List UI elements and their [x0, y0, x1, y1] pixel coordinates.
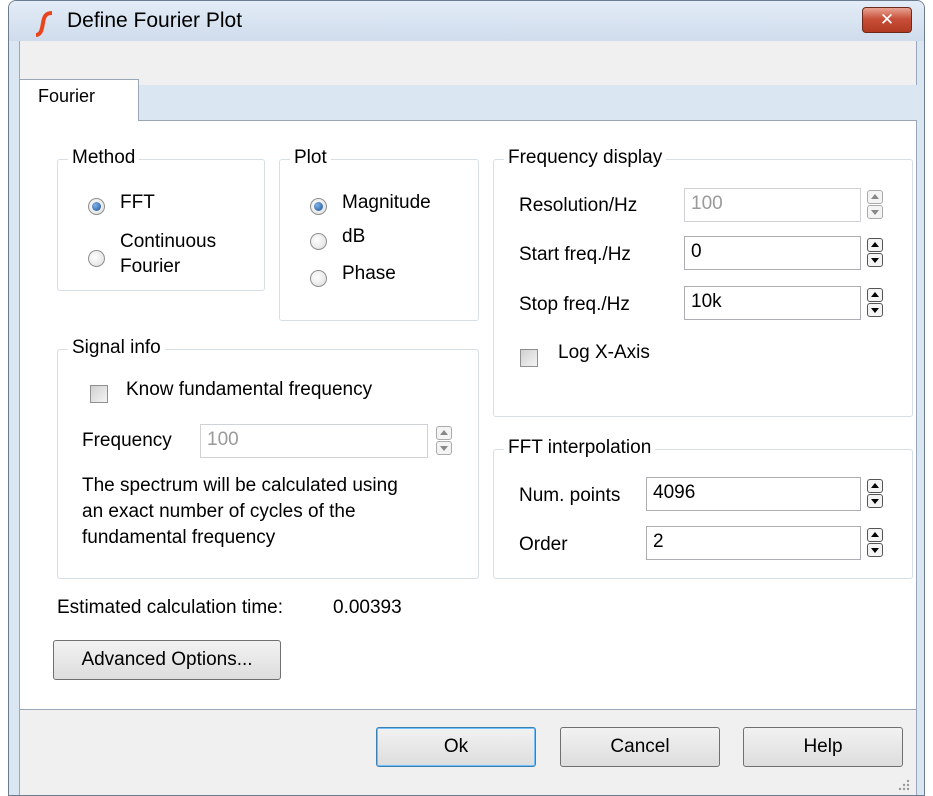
continuous-fourier-radio[interactable] — [88, 250, 105, 267]
ok-button[interactable]: Ok — [376, 727, 536, 767]
fft-interpolation-legend: FFT interpolation — [504, 437, 656, 459]
method-group: Method FFT Continuous Fourier — [57, 147, 265, 291]
log-x-axis-checkbox[interactable] — [520, 349, 538, 367]
fundamental-frequency-up-icon[interactable] — [436, 426, 452, 440]
close-button[interactable]: ✕ — [862, 7, 912, 33]
estimated-time-value: 0.00393 — [333, 597, 402, 618]
resolution-spinner[interactable] — [867, 190, 883, 220]
method-legend: Method — [68, 147, 140, 169]
magnitude-label[interactable]: Magnitude — [342, 192, 431, 214]
frequency-display-group: Frequency display Resolution/Hz 100 Star… — [493, 147, 913, 417]
phase-label[interactable]: Phase — [342, 263, 396, 285]
order-down-icon[interactable] — [867, 543, 883, 557]
fft-label[interactable]: FFT — [120, 192, 155, 214]
resolution-up-icon[interactable] — [867, 190, 883, 204]
fourier-tab-panel: Method FFT Continuous Fourier Plot Magni… — [19, 120, 917, 710]
db-label[interactable]: dB — [342, 226, 365, 248]
frequency-display-legend: Frequency display — [504, 147, 667, 169]
order-input[interactable]: 2 — [646, 526, 861, 560]
title-bar[interactable]: Define Fourier Plot ✕ — [9, 1, 924, 41]
know-fundamental-checkbox[interactable] — [90, 385, 108, 403]
frequency-label: Frequency — [82, 430, 172, 451]
start-freq-input[interactable]: 0 — [684, 236, 861, 270]
stop-freq-input[interactable]: 10k — [684, 286, 861, 320]
stop-freq-up-icon[interactable] — [867, 288, 883, 302]
magnitude-radio[interactable] — [310, 198, 327, 215]
order-label: Order — [519, 534, 568, 555]
order-up-icon[interactable] — [867, 528, 883, 542]
num-points-up-icon[interactable] — [867, 479, 883, 493]
num-points-label: Num. points — [519, 485, 621, 506]
phase-radio[interactable] — [310, 270, 327, 287]
resolution-down-icon[interactable] — [867, 205, 883, 219]
start-freq-spinner[interactable] — [867, 238, 883, 268]
know-fundamental-label[interactable]: Know fundamental frequency — [126, 379, 372, 401]
fundamental-frequency-spinner[interactable] — [436, 426, 452, 456]
help-button[interactable]: Help — [743, 727, 903, 767]
fft-interpolation-group: FFT interpolation Num. points 4096 Order… — [493, 437, 913, 579]
resolution-label: Resolution/Hz — [519, 195, 638, 216]
plot-group: Plot Magnitude dB Phase — [279, 147, 479, 321]
continuous-label-line1[interactable]: Continuous — [120, 231, 216, 253]
plot-legend: Plot — [290, 147, 331, 169]
tab-fourier[interactable]: Fourier — [19, 79, 139, 121]
cancel-button[interactable]: Cancel — [560, 727, 720, 767]
fft-radio[interactable] — [88, 198, 105, 215]
simetrix-app-icon — [35, 11, 53, 37]
signal-info-legend: Signal info — [68, 337, 165, 359]
stop-freq-spinner[interactable] — [867, 288, 883, 318]
db-radio[interactable] — [310, 233, 327, 250]
spectrum-note-line2: an exact number of cycles of the — [82, 501, 356, 522]
dialog-footer: Ok Cancel Help — [19, 710, 917, 795]
estimated-time-label: Estimated calculation time: — [57, 597, 283, 618]
continuous-label-line2[interactable]: Fourier — [120, 256, 180, 278]
start-freq-down-icon[interactable] — [867, 253, 883, 267]
tab-strip — [19, 41, 917, 85]
start-freq-label: Start freq./Hz — [519, 244, 631, 265]
start-freq-up-icon[interactable] — [867, 238, 883, 252]
advanced-options-button[interactable]: Advanced Options... — [53, 640, 281, 680]
num-points-spinner[interactable] — [867, 479, 883, 509]
num-points-input[interactable]: 4096 — [646, 477, 861, 511]
resolution-input[interactable]: 100 — [684, 188, 861, 222]
num-points-down-icon[interactable] — [867, 494, 883, 508]
fundamental-frequency-input[interactable]: 100 — [200, 424, 428, 458]
window-title: Define Fourier Plot — [67, 9, 243, 32]
signal-info-group: Signal info Know fundamental frequency F… — [57, 337, 479, 579]
spectrum-note-line3: fundamental frequency — [82, 527, 276, 548]
stop-freq-down-icon[interactable] — [867, 303, 883, 317]
fundamental-frequency-down-icon[interactable] — [436, 441, 452, 455]
order-spinner[interactable] — [867, 528, 883, 558]
resize-grip-icon[interactable] — [898, 779, 910, 791]
define-fourier-plot-dialog: Define Fourier Plot ✕ Fourier Method FFT… — [8, 0, 925, 796]
spectrum-note-line1: The spectrum will be calculated using — [82, 475, 398, 496]
log-x-axis-label[interactable]: Log X-Axis — [558, 342, 650, 364]
stop-freq-label: Stop freq./Hz — [519, 294, 630, 315]
